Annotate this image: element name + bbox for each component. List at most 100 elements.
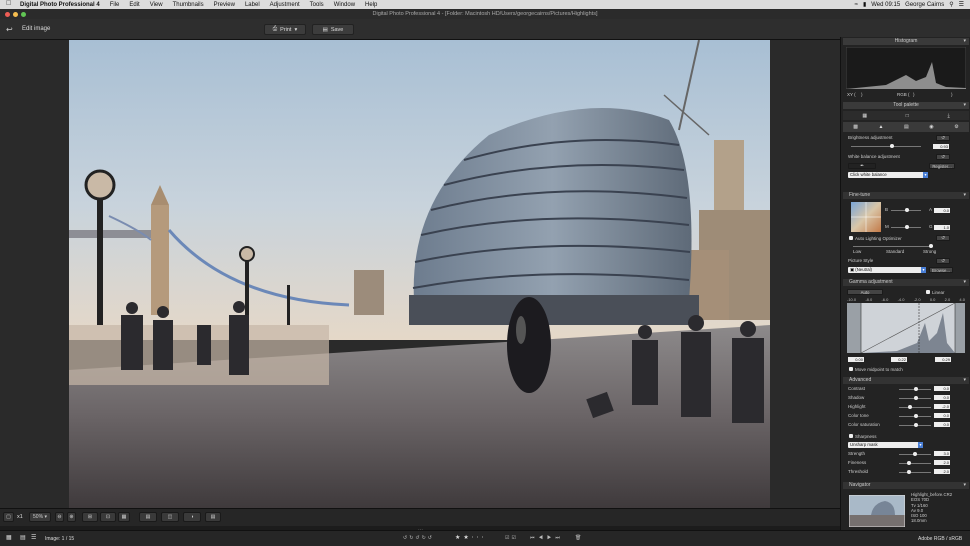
- check-mark-icons[interactable]: ☑☑: [505, 535, 518, 541]
- advanced-header[interactable]: Advanced ▾: [843, 377, 969, 384]
- tab-tone-icon[interactable]: ▲: [879, 124, 884, 130]
- rating-stars[interactable]: ★★⋅⋅⋅: [455, 534, 486, 541]
- color-wheel[interactable]: [851, 202, 881, 232]
- adjust-row-knob[interactable]: [907, 470, 911, 474]
- tab-color-icon[interactable]: ◉: [929, 124, 933, 130]
- grid-view-icon[interactable]: ▦: [6, 534, 12, 541]
- brightness-knob[interactable]: [890, 144, 894, 148]
- picture-style-select[interactable]: ▣ (Neutral) ▾: [848, 267, 926, 273]
- mg-knob[interactable]: [905, 225, 909, 229]
- rotate-icons[interactable]: ↺↻↺↻↺: [403, 535, 434, 541]
- zoom-1x-label[interactable]: x1: [17, 514, 23, 520]
- gamma-auto-button[interactable]: Auto: [847, 289, 883, 295]
- fit-to-screen-button[interactable]: ▢: [3, 512, 14, 522]
- adjust-row-value[interactable]: 2.0: [934, 469, 950, 474]
- ba-knob[interactable]: [905, 208, 909, 212]
- adjust-row-knob[interactable]: [914, 387, 918, 391]
- brightness-slider[interactable]: [851, 144, 921, 148]
- menu-file[interactable]: File: [105, 2, 125, 8]
- zoom-window-icon[interactable]: [21, 12, 26, 17]
- sharpness-checkbox[interactable]: [849, 434, 853, 438]
- navigator-thumbnail[interactable]: [849, 495, 905, 527]
- menu-tools[interactable]: Tools: [305, 2, 329, 8]
- image-viewer[interactable]: [0, 40, 840, 508]
- adjust-row-slider[interactable]: [899, 452, 931, 456]
- main-photo[interactable]: [69, 40, 770, 508]
- adjust-row-slider[interactable]: [899, 470, 931, 474]
- adjust-row-value[interactable]: 0.0: [934, 386, 950, 391]
- adjust-row-knob[interactable]: [914, 423, 918, 427]
- adjust-row-slider[interactable]: [899, 423, 931, 427]
- a-value[interactable]: 0.0: [934, 208, 950, 213]
- wifi-icon[interactable]: ≈: [855, 2, 858, 8]
- list-icon[interactable]: ☰: [959, 1, 964, 8]
- crop-button[interactable]: ⊞: [82, 512, 98, 522]
- adjust-row-knob[interactable]: [908, 405, 912, 409]
- adjust-row-slider[interactable]: [899, 396, 931, 400]
- menu-app-name[interactable]: Digital Photo Professional 4: [0, 2, 105, 8]
- print-button[interactable]: ⎙ Print ▾: [264, 24, 306, 35]
- gamma-graph[interactable]: [847, 303, 965, 353]
- alo-reset-button[interactable]: ↺: [936, 235, 950, 241]
- save-button[interactable]: ▤ Save: [312, 24, 354, 35]
- zoom-out-button[interactable]: ⊖: [55, 512, 64, 522]
- adjust-row-knob[interactable]: [913, 452, 917, 456]
- mg-slider[interactable]: [891, 225, 921, 229]
- gamma-mid-value[interactable]: 0.22: [891, 357, 907, 362]
- apple-icon[interactable]: : [6, 0, 11, 7]
- gamma-black-value[interactable]: 0.00: [848, 357, 864, 362]
- export-tab-icon[interactable]: ⤓: [947, 113, 949, 119]
- gamma-white-value[interactable]: 0.29: [935, 357, 951, 362]
- adjust-row-slider[interactable]: [899, 387, 931, 391]
- adjust-row-value[interactable]: -2.0: [934, 404, 950, 409]
- adjust-row-slider[interactable]: [899, 414, 931, 418]
- register-button[interactable]: Register...: [929, 163, 955, 169]
- handle-icon[interactable]: ⋯: [418, 527, 423, 533]
- adjust-row-knob[interactable]: [914, 414, 918, 418]
- adjust-row-value[interactable]: 2.0: [934, 460, 950, 465]
- eyedropper-button[interactable]: ✒: [848, 163, 876, 169]
- wb-preset-select[interactable]: Click white balance ▾: [848, 172, 928, 178]
- list-view-icon[interactable]: ☰: [31, 534, 36, 541]
- fine-tune-header[interactable]: Fine-tune ▾: [843, 192, 969, 199]
- adjust-row-slider[interactable]: [899, 461, 931, 465]
- zoom-select[interactable]: 50% ▾: [29, 512, 51, 522]
- browse-button[interactable]: Browse...: [929, 267, 953, 273]
- tab-basic-icon[interactable]: ▩: [853, 124, 858, 130]
- histogram-header[interactable]: Histogram ▾: [843, 38, 969, 45]
- menu-help[interactable]: Help: [360, 2, 382, 8]
- tool-palette-header[interactable]: Tool palette ▾: [843, 102, 969, 109]
- edit-image-label[interactable]: Edit image: [22, 26, 50, 32]
- highlight-warning-button[interactable]: ◑: [183, 512, 201, 522]
- adjust-row-knob[interactable]: [907, 461, 911, 465]
- back-arrow-icon[interactable]: ↩: [6, 25, 13, 34]
- crop-tab-icon[interactable]: □: [906, 113, 909, 119]
- adjust-row-value[interactable]: 3.0: [934, 451, 950, 456]
- close-window-icon[interactable]: [5, 12, 10, 17]
- sharpness-mode-select[interactable]: Unsharp mask ▾: [848, 442, 923, 448]
- search-icon[interactable]: ⚲: [949, 1, 953, 8]
- battery-icon[interactable]: ▮: [863, 1, 866, 8]
- zoom-in-button[interactable]: ⊕: [67, 512, 76, 522]
- info-button[interactable]: ▤: [205, 512, 221, 522]
- user-name[interactable]: George Cairns: [905, 2, 944, 8]
- alo-knob[interactable]: [929, 244, 933, 248]
- adjust-tab-icon[interactable]: ▦: [862, 113, 867, 119]
- minimize-window-icon[interactable]: [13, 12, 18, 17]
- adjust-row-value[interactable]: 0.0: [934, 422, 950, 427]
- gamma-header[interactable]: Gamma adjustment ▾: [843, 279, 969, 286]
- compare-button[interactable]: ◫: [161, 512, 179, 522]
- grid-button[interactable]: ▦: [118, 512, 130, 522]
- midpoint-checkbox[interactable]: [849, 367, 853, 371]
- menu-preview[interactable]: Preview: [209, 2, 240, 8]
- menu-window[interactable]: Window: [329, 2, 360, 8]
- menu-edit[interactable]: Edit: [124, 2, 144, 8]
- single-view-icon[interactable]: ▤: [20, 534, 26, 541]
- alo-checkbox[interactable]: [849, 236, 853, 240]
- alo-slider[interactable]: [853, 244, 933, 248]
- linear-checkbox[interactable]: [926, 290, 930, 294]
- menu-adjustment[interactable]: Adjustment: [265, 2, 305, 8]
- tab-detail-icon[interactable]: ▤: [904, 124, 909, 130]
- navigator-header[interactable]: Navigator ▾: [843, 482, 969, 489]
- menu-thumbnails[interactable]: Thumbnails: [168, 2, 209, 8]
